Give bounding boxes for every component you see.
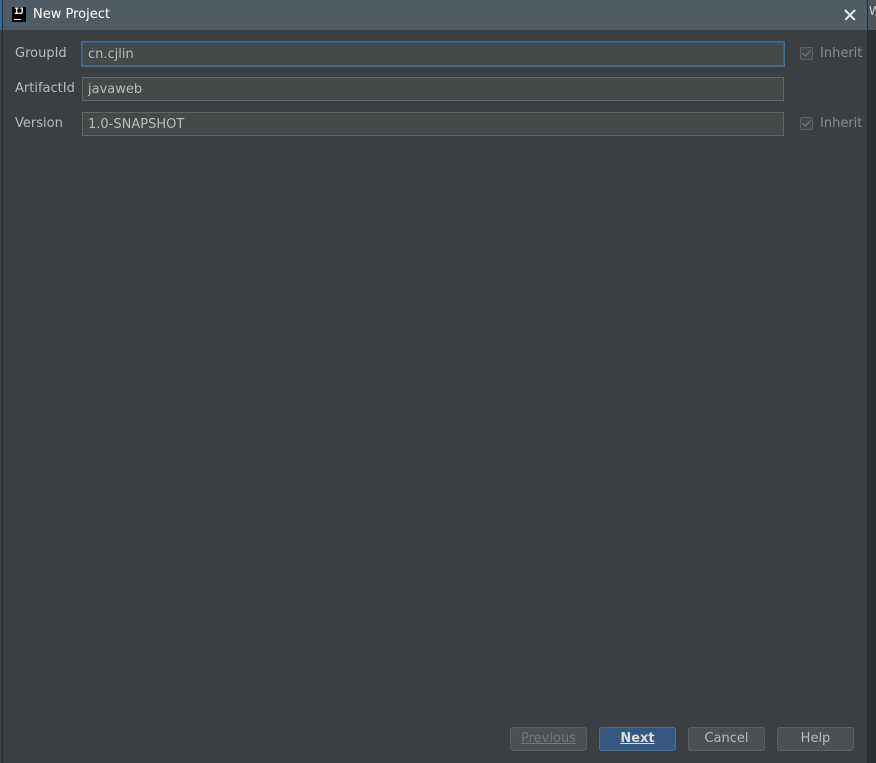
help-button[interactable]: Help xyxy=(777,727,854,751)
background-window-strip xyxy=(868,0,876,763)
new-project-dialog: IJ New Project GroupId Inherit ArtifactI… xyxy=(2,0,868,763)
help-button-label: Help xyxy=(800,731,831,746)
version-input[interactable] xyxy=(82,112,784,136)
artifact-id-input[interactable] xyxy=(82,77,784,101)
checkmark-icon xyxy=(802,117,811,127)
group-id-inherit-label: Inherit xyxy=(820,46,863,61)
version-inherit[interactable]: Inherit xyxy=(800,116,862,132)
group-id-label: GroupId xyxy=(15,46,67,61)
background-window-title: W xyxy=(869,4,876,18)
dialog-titlebar[interactable]: IJ New Project xyxy=(3,0,867,30)
group-id-row: GroupId Inherit xyxy=(15,42,862,66)
artifact-id-row: ArtifactId xyxy=(15,77,861,101)
cancel-button-label: Cancel xyxy=(704,731,749,746)
cancel-button[interactable]: Cancel xyxy=(688,727,765,751)
checkmark-icon xyxy=(802,47,811,57)
previous-button[interactable]: Previous xyxy=(510,727,587,751)
group-id-inherit[interactable]: Inherit xyxy=(800,46,862,62)
version-row: Version Inherit xyxy=(15,112,862,136)
artifact-id-label: ArtifactId xyxy=(15,81,75,96)
intellij-app-icon: IJ xyxy=(12,7,26,22)
next-button[interactable]: Next xyxy=(599,727,676,751)
dialog-title: New Project xyxy=(33,7,110,22)
version-inherit-checkbox[interactable] xyxy=(800,117,813,130)
version-label: Version xyxy=(15,116,63,131)
group-id-input[interactable] xyxy=(82,42,784,66)
next-button-label: Next xyxy=(620,731,655,746)
version-inherit-label: Inherit xyxy=(820,116,863,131)
previous-button-label: Previous xyxy=(521,731,576,746)
close-icon[interactable] xyxy=(839,4,861,26)
group-id-inherit-checkbox[interactable] xyxy=(800,47,813,60)
